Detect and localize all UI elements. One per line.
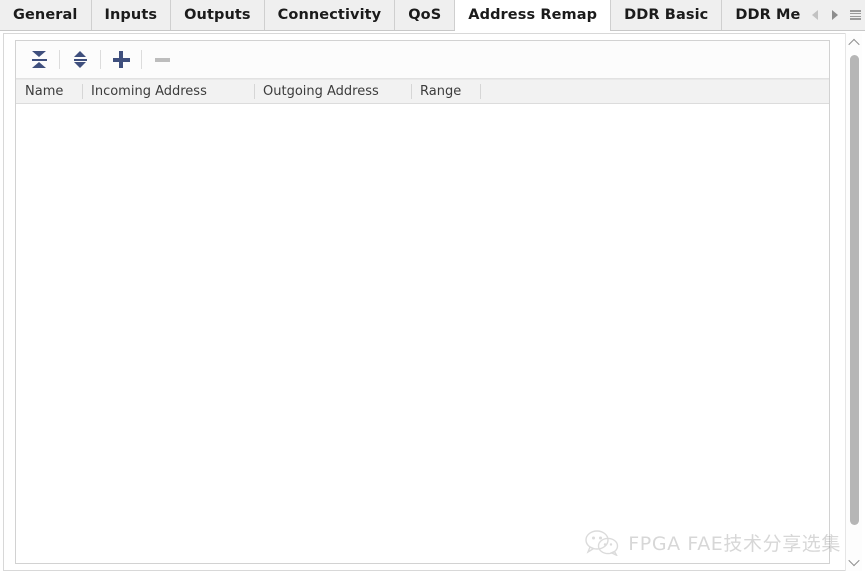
tab-content-panel: Name Incoming Address Outgoing Address R… — [3, 33, 862, 571]
chevron-right-icon — [832, 10, 838, 20]
plus-icon — [112, 51, 130, 68]
chevron-left-icon — [812, 10, 818, 20]
collapse-all-icon — [31, 51, 47, 69]
expand-all-icon — [72, 51, 88, 69]
toolbar-separator — [59, 50, 60, 69]
toolbar-separator — [141, 50, 142, 69]
column-header-label: Name — [25, 84, 64, 99]
tab-label: DDR Basic — [624, 7, 709, 23]
tab-scroll-left-button[interactable] — [807, 3, 824, 27]
expand-all-button[interactable] — [65, 46, 95, 74]
scroll-down-button[interactable] — [846, 553, 862, 570]
column-header-outgoing-address[interactable]: Outgoing Address — [254, 80, 411, 103]
hamburger-menu-icon — [849, 10, 861, 20]
tab-ddr-memory[interactable]: DDR Me — [722, 0, 807, 30]
scroll-up-button[interactable] — [846, 34, 862, 51]
tab-connectivity[interactable]: Connectivity — [264, 0, 396, 30]
tab-inputs[interactable]: Inputs — [91, 0, 172, 30]
column-header-label: Outgoing Address — [263, 84, 379, 99]
column-header-incoming-address[interactable]: Incoming Address — [82, 80, 254, 103]
tab-bar: General Inputs Outputs Connectivity QoS … — [0, 0, 865, 31]
vertical-scrollbar[interactable] — [845, 33, 862, 571]
scrollbar-thumb[interactable] — [850, 55, 859, 525]
tab-address-remap[interactable]: Address Remap — [454, 0, 612, 31]
tab-label: DDR Me — [735, 7, 801, 23]
tab-label: Inputs — [104, 7, 158, 23]
tab-list-menu-button[interactable] — [847, 3, 864, 27]
tab-outputs[interactable]: Outputs — [171, 0, 265, 30]
tab-label: Connectivity — [277, 7, 382, 23]
tab-nav-controls — [806, 0, 865, 30]
column-header-range[interactable]: Range — [411, 80, 480, 103]
table-body-empty[interactable] — [16, 105, 829, 563]
application-window: General Inputs Outputs Connectivity QoS … — [0, 0, 865, 574]
toolbar-separator — [100, 50, 101, 69]
collapse-all-button[interactable] — [24, 46, 54, 74]
chevron-down-icon — [848, 554, 860, 566]
add-row-button[interactable] — [106, 46, 136, 74]
column-header-name[interactable]: Name — [16, 80, 82, 103]
table-toolbar — [16, 41, 829, 79]
column-header-filler — [480, 80, 829, 103]
tab-qos[interactable]: QoS — [395, 0, 456, 30]
column-header-label: Incoming Address — [91, 84, 207, 99]
chevron-up-icon — [848, 38, 860, 50]
tab-label: Outputs — [184, 7, 251, 23]
tab-label: QoS — [408, 7, 442, 23]
tab-general[interactable]: General — [0, 0, 92, 30]
column-header-label: Range — [420, 84, 462, 99]
tab-label: Address Remap — [468, 7, 598, 23]
minus-icon — [154, 57, 170, 62]
tab-ddr-basic[interactable]: DDR Basic — [611, 0, 723, 30]
address-remap-panel: Name Incoming Address Outgoing Address R… — [15, 40, 830, 564]
tab-scroll-right-button[interactable] — [827, 3, 844, 27]
tab-label: General — [13, 7, 78, 23]
table-header-row: Name Incoming Address Outgoing Address R… — [16, 79, 829, 104]
remove-row-button — [147, 46, 177, 74]
